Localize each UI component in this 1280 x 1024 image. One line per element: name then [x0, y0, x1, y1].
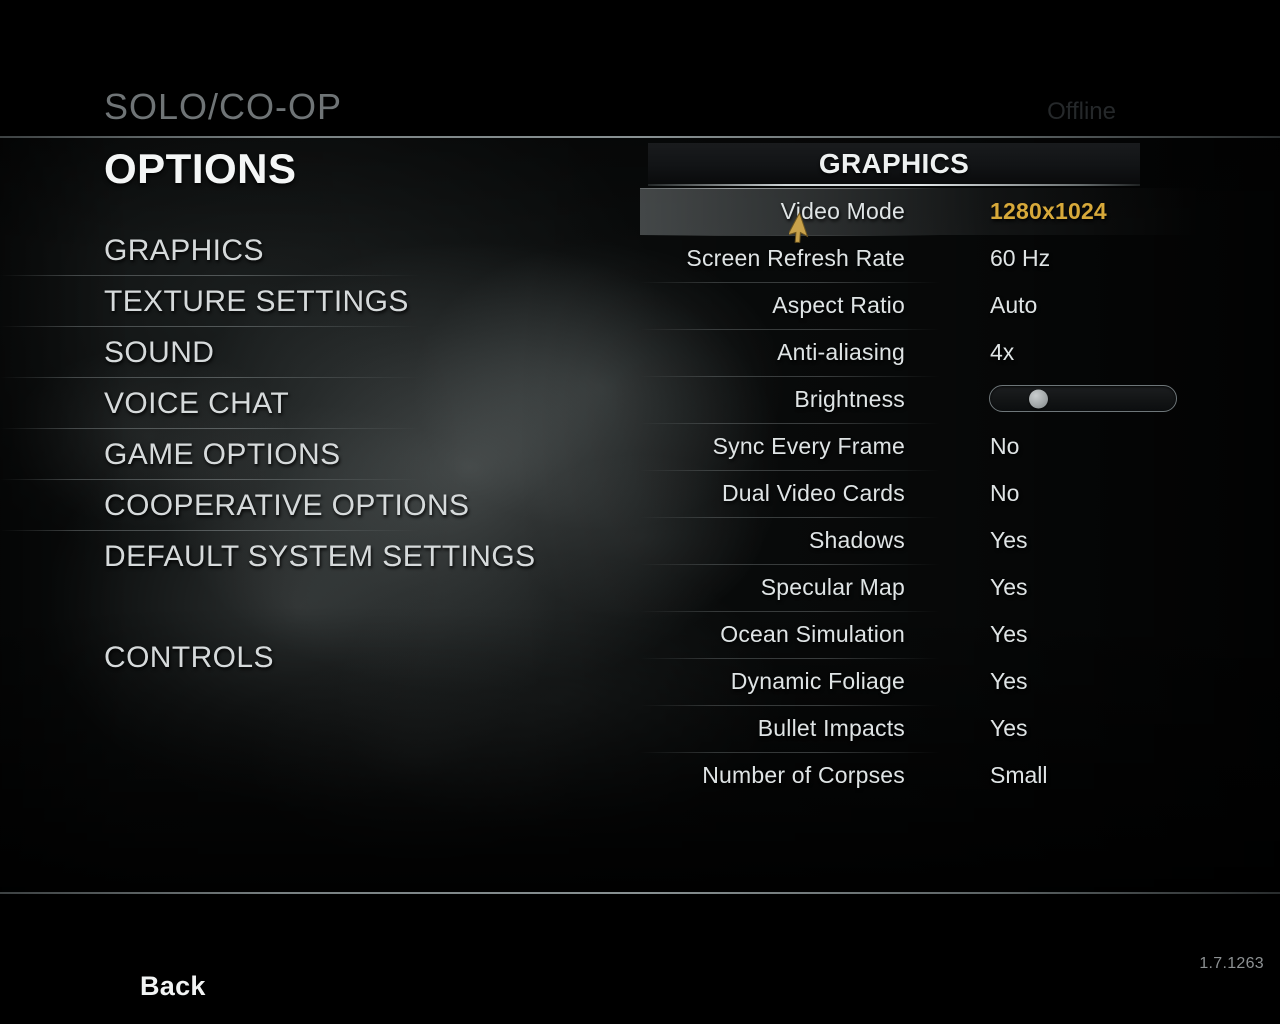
- sidebar-item-label: COOPERATIVE OPTIONS: [104, 488, 470, 522]
- game-mode-title: SOLO/CO-OP: [104, 86, 343, 127]
- sidebar-item-default-system-settings[interactable]: DEFAULT SYSTEM SETTINGS: [0, 530, 620, 582]
- setting-row-video-mode[interactable]: Video Mode 1280x1024: [640, 188, 1200, 235]
- setting-label: Video Mode: [780, 198, 905, 224]
- setting-label: Dynamic Foliage: [730, 668, 905, 694]
- setting-row-sync-every-frame[interactable]: Sync Every Frame No: [640, 423, 1200, 470]
- setting-label: Sync Every Frame: [712, 433, 905, 459]
- setting-value: 1280x1024: [990, 198, 1107, 224]
- setting-label: Anti-aliasing: [777, 339, 905, 365]
- setting-value: Yes: [990, 574, 1028, 600]
- setting-row-bullet-impacts[interactable]: Bullet Impacts Yes: [640, 705, 1200, 752]
- back-button[interactable]: Back: [140, 971, 206, 1002]
- sidebar-item-cooperative-options[interactable]: COOPERATIVE OPTIONS: [0, 479, 620, 531]
- sidebar-item-label: SOUND: [104, 335, 215, 369]
- setting-row-screen-refresh-rate[interactable]: Screen Refresh Rate 60 Hz: [640, 235, 1200, 282]
- sidebar-item-label: TEXTURE SETTINGS: [104, 284, 409, 318]
- settings-panel: GRAPHICS Video Mode 1280x1024 Screen Ref…: [640, 143, 1200, 788]
- setting-row-specular-map[interactable]: Specular Map Yes: [640, 564, 1200, 611]
- header-divider: [0, 136, 1280, 138]
- settings-panel-header: GRAPHICS: [648, 143, 1140, 186]
- game-options-screen: SOLO/CO-OP Offline OPTIONS GRAPHICS TEXT…: [0, 0, 1280, 1024]
- setting-label: Brightness: [794, 386, 905, 412]
- sidebar-item-graphics[interactable]: GRAPHICS: [0, 225, 620, 276]
- setting-value: 60 Hz: [990, 245, 1051, 271]
- setting-row-ocean-simulation[interactable]: Ocean Simulation Yes: [640, 611, 1200, 658]
- setting-label: Dual Video Cards: [721, 480, 905, 506]
- sidebar-item-label: GAME OPTIONS: [104, 437, 341, 471]
- setting-value: Yes: [990, 668, 1028, 694]
- setting-value: Yes: [990, 715, 1028, 741]
- version-label: 1.7.1263: [1199, 955, 1264, 972]
- setting-label: Specular Map: [760, 574, 905, 600]
- footer-bar: Back 1.7.1263: [0, 894, 1280, 1024]
- brightness-slider-knob[interactable]: [1029, 389, 1049, 408]
- sidebar-item-label: GRAPHICS: [104, 233, 264, 267]
- setting-row-brightness[interactable]: Brightness: [640, 376, 1200, 423]
- sidebar-item-label: VOICE CHAT: [104, 386, 290, 420]
- setting-value: Auto: [990, 292, 1038, 318]
- setting-label: Screen Refresh Rate: [686, 245, 905, 271]
- online-status-label: Offline: [1047, 98, 1116, 125]
- setting-label: Shadows: [808, 527, 905, 553]
- options-sidebar: GRAPHICS TEXTURE SETTINGS SOUND VOICE CH…: [0, 225, 620, 683]
- setting-value: Yes: [990, 621, 1028, 647]
- setting-row-shadows[interactable]: Shadows Yes: [640, 517, 1200, 564]
- setting-label: Ocean Simulation: [720, 621, 905, 647]
- setting-value: No: [990, 480, 1020, 506]
- setting-label: Bullet Impacts: [757, 715, 905, 741]
- setting-value: Small: [990, 762, 1048, 788]
- setting-value: 4x: [990, 339, 1015, 365]
- setting-row-dynamic-foliage[interactable]: Dynamic Foliage Yes: [640, 658, 1200, 705]
- setting-row-dual-video-cards[interactable]: Dual Video Cards No: [640, 470, 1200, 517]
- page-title: OPTIONS: [104, 145, 297, 192]
- sidebar-item-voice-chat[interactable]: VOICE CHAT: [0, 377, 620, 429]
- sidebar-item-label: CONTROLS: [104, 640, 274, 674]
- setting-row-number-of-corpses[interactable]: Number of Corpses Small: [640, 752, 1200, 799]
- setting-label: Aspect Ratio: [772, 292, 905, 318]
- setting-row-anti-aliasing[interactable]: Anti-aliasing 4x: [640, 329, 1200, 376]
- brightness-slider[interactable]: [989, 385, 1177, 412]
- sidebar-item-controls[interactable]: CONTROLS: [0, 632, 620, 683]
- settings-rows: Video Mode 1280x1024 Screen Refresh Rate…: [640, 188, 1200, 799]
- settings-panel-title: GRAPHICS: [818, 147, 970, 179]
- setting-value: No: [990, 433, 1020, 459]
- sidebar-item-game-options[interactable]: GAME OPTIONS: [0, 428, 620, 480]
- setting-row-aspect-ratio[interactable]: Aspect Ratio Auto: [640, 282, 1200, 329]
- sidebar-item-texture-settings[interactable]: TEXTURE SETTINGS: [0, 275, 620, 327]
- sidebar-item-label: DEFAULT SYSTEM SETTINGS: [104, 539, 536, 573]
- sidebar-item-sound[interactable]: SOUND: [0, 326, 620, 378]
- setting-value: Yes: [990, 527, 1028, 553]
- setting-label: Number of Corpses: [702, 762, 905, 788]
- top-bar: SOLO/CO-OP Offline: [0, 0, 1280, 136]
